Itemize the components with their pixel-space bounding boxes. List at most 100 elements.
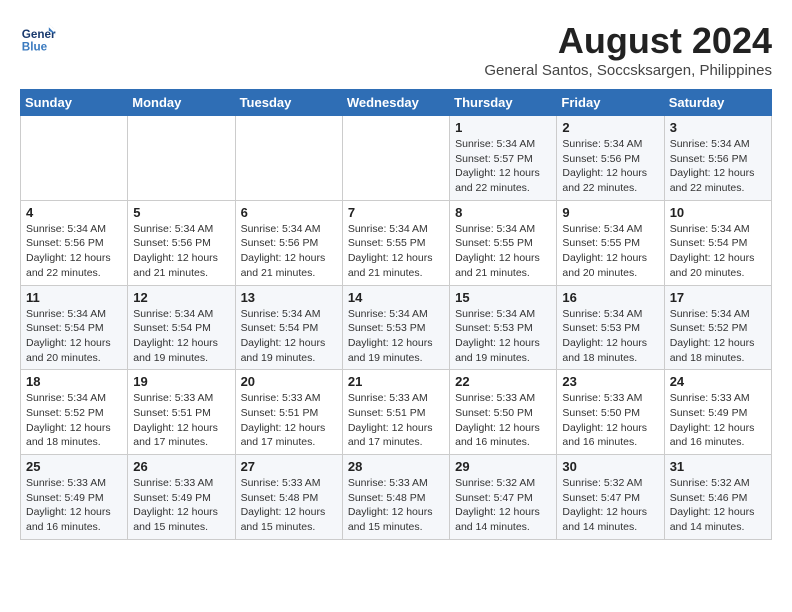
day-info: Sunrise: 5:34 AM Sunset: 5:54 PM Dayligh… <box>26 307 122 366</box>
day-number: 16 <box>562 290 658 305</box>
calendar-cell: 14 Sunrise: 5:34 AM Sunset: 5:53 PM Dayli… <box>342 285 449 370</box>
calendar-cell: 11 Sunrise: 5:34 AM Sunset: 5:54 PM Dayli… <box>21 285 128 370</box>
calendar-cell <box>128 116 235 201</box>
day-info: Sunrise: 5:34 AM Sunset: 5:55 PM Dayligh… <box>348 222 444 281</box>
day-number: 15 <box>455 290 551 305</box>
calendar-cell: 8 Sunrise: 5:34 AM Sunset: 5:55 PM Daylig… <box>450 200 557 285</box>
day-info: Sunrise: 5:34 AM Sunset: 5:53 PM Dayligh… <box>562 307 658 366</box>
day-number: 2 <box>562 120 658 135</box>
day-number: 5 <box>133 205 229 220</box>
calendar-cell: 27 Sunrise: 5:33 AM Sunset: 5:48 PM Dayli… <box>235 455 342 540</box>
day-number: 14 <box>348 290 444 305</box>
day-info: Sunrise: 5:34 AM Sunset: 5:56 PM Dayligh… <box>241 222 337 281</box>
weekday-header: Friday <box>557 90 664 116</box>
calendar-cell: 24 Sunrise: 5:33 AM Sunset: 5:49 PM Dayli… <box>664 370 771 455</box>
calendar-cell: 13Sunrise: 5:34 AM Sunset: 5:54 PM Dayli… <box>235 285 342 370</box>
svg-text:Blue: Blue <box>22 41 48 54</box>
day-number: 11 <box>26 290 122 305</box>
calendar-subtitle: General Santos, Soccsksargen, Philippine… <box>484 62 772 79</box>
calendar-cell: 31 Sunrise: 5:32 AM Sunset: 5:46 PM Dayli… <box>664 455 771 540</box>
day-number: 3 <box>670 120 766 135</box>
day-info: Sunrise: 5:32 AM Sunset: 5:47 PM Dayligh… <box>562 476 658 535</box>
weekday-header-row: SundayMondayTuesdayWednesdayThursdayFrid… <box>21 90 772 116</box>
weekday-header: Saturday <box>664 90 771 116</box>
calendar-cell: 20 Sunrise: 5:33 AM Sunset: 5:51 PM Dayli… <box>235 370 342 455</box>
day-info: Sunrise: 5:33 AM Sunset: 5:48 PM Dayligh… <box>241 476 337 535</box>
day-info: Sunrise: 5:33 AM Sunset: 5:50 PM Dayligh… <box>562 391 658 450</box>
day-info: Sunrise: 5:34 AM Sunset: 5:53 PM Dayligh… <box>348 307 444 366</box>
day-info: Sunrise: 5:34 AM Sunset: 5:54 PM Dayligh… <box>241 307 337 366</box>
day-info: Sunrise: 5:33 AM Sunset: 5:49 PM Dayligh… <box>26 476 122 535</box>
calendar-cell: 6 Sunrise: 5:34 AM Sunset: 5:56 PM Daylig… <box>235 200 342 285</box>
logo-icon: General Blue <box>20 20 56 56</box>
calendar-cell: 3 Sunrise: 5:34 AM Sunset: 5:56 PM Daylig… <box>664 116 771 201</box>
day-number: 7 <box>348 205 444 220</box>
weekday-header: Thursday <box>450 90 557 116</box>
day-info: Sunrise: 5:32 AM Sunset: 5:47 PM Dayligh… <box>455 476 551 535</box>
day-info: Sunrise: 5:33 AM Sunset: 5:50 PM Dayligh… <box>455 391 551 450</box>
calendar-cell <box>342 116 449 201</box>
calendar-cell: 29Sunrise: 5:32 AM Sunset: 5:47 PM Dayli… <box>450 455 557 540</box>
day-number: 20 <box>241 374 337 389</box>
day-info: Sunrise: 5:32 AM Sunset: 5:46 PM Dayligh… <box>670 476 766 535</box>
calendar-cell: 10 Sunrise: 5:34 AM Sunset: 5:54 PM Dayli… <box>664 200 771 285</box>
calendar-cell: 2 Sunrise: 5:34 AM Sunset: 5:56 PM Daylig… <box>557 116 664 201</box>
day-number: 27 <box>241 459 337 474</box>
day-number: 1 <box>455 120 551 135</box>
day-number: 26 <box>133 459 229 474</box>
weekday-header: Monday <box>128 90 235 116</box>
calendar-cell: 7 Sunrise: 5:34 AM Sunset: 5:55 PM Daylig… <box>342 200 449 285</box>
day-info: Sunrise: 5:33 AM Sunset: 5:51 PM Dayligh… <box>348 391 444 450</box>
day-number: 31 <box>670 459 766 474</box>
calendar-cell: 30 Sunrise: 5:32 AM Sunset: 5:47 PM Dayli… <box>557 455 664 540</box>
day-number: 28 <box>348 459 444 474</box>
calendar-cell: 25Sunrise: 5:33 AM Sunset: 5:49 PM Dayli… <box>21 455 128 540</box>
calendar-cell: 1 Sunrise: 5:34 AM Sunset: 5:57 PM Daylig… <box>450 116 557 201</box>
title-area: August 2024 General Santos, Soccsksargen… <box>484 20 772 79</box>
day-info: Sunrise: 5:34 AM Sunset: 5:55 PM Dayligh… <box>562 222 658 281</box>
day-number: 6 <box>241 205 337 220</box>
calendar-cell: 19Sunrise: 5:33 AM Sunset: 5:51 PM Dayli… <box>128 370 235 455</box>
calendar-table: SundayMondayTuesdayWednesdayThursdayFrid… <box>20 89 772 540</box>
calendar-cell: 16 Sunrise: 5:34 AM Sunset: 5:53 PM Dayli… <box>557 285 664 370</box>
calendar-cell: 12 Sunrise: 5:34 AM Sunset: 5:54 PM Dayli… <box>128 285 235 370</box>
day-number: 22 <box>455 374 551 389</box>
weekday-header: Sunday <box>21 90 128 116</box>
weekday-header: Wednesday <box>342 90 449 116</box>
calendar-title: August 2024 <box>484 20 772 62</box>
day-info: Sunrise: 5:34 AM Sunset: 5:54 PM Dayligh… <box>670 222 766 281</box>
day-number: 30 <box>562 459 658 474</box>
calendar-cell: 26 Sunrise: 5:33 AM Sunset: 5:49 PM Dayli… <box>128 455 235 540</box>
day-info: Sunrise: 5:34 AM Sunset: 5:56 PM Dayligh… <box>670 137 766 196</box>
day-info: Sunrise: 5:33 AM Sunset: 5:48 PM Dayligh… <box>348 476 444 535</box>
day-info: Sunrise: 5:34 AM Sunset: 5:55 PM Dayligh… <box>455 222 551 281</box>
day-info: Sunrise: 5:34 AM Sunset: 5:56 PM Dayligh… <box>562 137 658 196</box>
day-number: 10 <box>670 205 766 220</box>
day-number: 18 <box>26 374 122 389</box>
weekday-header: Tuesday <box>235 90 342 116</box>
page-header: General Blue August 2024 General Santos,… <box>20 20 772 79</box>
calendar-cell: 21Sunrise: 5:33 AM Sunset: 5:51 PM Dayli… <box>342 370 449 455</box>
calendar-cell: 28 Sunrise: 5:33 AM Sunset: 5:48 PM Dayli… <box>342 455 449 540</box>
calendar-cell: 17Sunrise: 5:34 AM Sunset: 5:52 PM Dayli… <box>664 285 771 370</box>
day-info: Sunrise: 5:34 AM Sunset: 5:56 PM Dayligh… <box>133 222 229 281</box>
calendar-cell <box>21 116 128 201</box>
day-number: 24 <box>670 374 766 389</box>
calendar-week-row: 25Sunrise: 5:33 AM Sunset: 5:49 PM Dayli… <box>21 455 772 540</box>
day-number: 8 <box>455 205 551 220</box>
day-number: 4 <box>26 205 122 220</box>
day-info: Sunrise: 5:33 AM Sunset: 5:51 PM Dayligh… <box>133 391 229 450</box>
calendar-week-row: 1 Sunrise: 5:34 AM Sunset: 5:57 PM Daylig… <box>21 116 772 201</box>
day-info: Sunrise: 5:33 AM Sunset: 5:51 PM Dayligh… <box>241 391 337 450</box>
day-info: Sunrise: 5:33 AM Sunset: 5:49 PM Dayligh… <box>670 391 766 450</box>
day-info: Sunrise: 5:34 AM Sunset: 5:54 PM Dayligh… <box>133 307 229 366</box>
calendar-cell <box>235 116 342 201</box>
day-number: 12 <box>133 290 229 305</box>
day-info: Sunrise: 5:34 AM Sunset: 5:53 PM Dayligh… <box>455 307 551 366</box>
day-info: Sunrise: 5:34 AM Sunset: 5:56 PM Dayligh… <box>26 222 122 281</box>
calendar-cell: 23Sunrise: 5:33 AM Sunset: 5:50 PM Dayli… <box>557 370 664 455</box>
day-info: Sunrise: 5:33 AM Sunset: 5:49 PM Dayligh… <box>133 476 229 535</box>
calendar-cell: 18Sunrise: 5:34 AM Sunset: 5:52 PM Dayli… <box>21 370 128 455</box>
day-info: Sunrise: 5:34 AM Sunset: 5:57 PM Dayligh… <box>455 137 551 196</box>
calendar-cell: 9Sunrise: 5:34 AM Sunset: 5:55 PM Daylig… <box>557 200 664 285</box>
